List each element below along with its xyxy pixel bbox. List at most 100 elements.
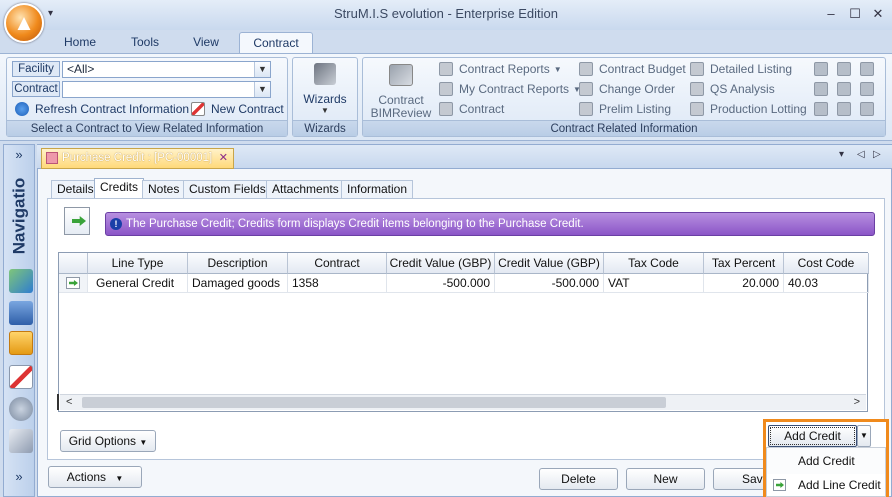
grid-icon[interactable]: [814, 62, 828, 76]
contract-button[interactable]: Contract: [439, 101, 504, 117]
info-icon: !: [110, 218, 122, 230]
column-header-line-type[interactable]: Line Type: [88, 253, 188, 274]
contract-bimreview-button[interactable]: Contract BIMReview: [363, 94, 439, 120]
new-button[interactable]: New: [626, 468, 705, 490]
info-message-bar: ! The Purchase Credit; Credits form disp…: [105, 212, 875, 236]
related-group-label: Contract Related Information: [363, 120, 885, 136]
app-logo-icon: ▲: [13, 10, 35, 35]
ribbon-tab-view[interactable]: View: [184, 32, 228, 54]
change-order-label: Change Order: [599, 82, 676, 96]
contract-combo[interactable]: ▼: [62, 81, 271, 98]
chevron-down-icon[interactable]: ▼: [293, 106, 357, 115]
cell-contract[interactable]: 1358: [288, 274, 387, 293]
menu-item-add-credit[interactable]: Add Credit: [767, 450, 885, 472]
app-menu-orb[interactable]: ▲: [4, 3, 44, 43]
cell-tax-code[interactable]: VAT: [604, 274, 704, 293]
lotting-icon: [690, 102, 704, 116]
column-resize-handle[interactable]: [57, 394, 59, 410]
nav-more-button[interactable]: »: [4, 469, 34, 484]
ribbon-tab-contract[interactable]: Contract: [239, 32, 313, 54]
column-header-description[interactable]: Description: [188, 253, 288, 274]
add-credit-button[interactable]: Add Credit: [768, 425, 857, 447]
production-lotting-button[interactable]: Production Lotting: [690, 101, 807, 117]
chevron-down-icon[interactable]: ▼: [254, 62, 270, 77]
column-header-cost-code[interactable]: Cost Code: [784, 253, 869, 274]
qs-analysis-button[interactable]: QS Analysis: [690, 81, 775, 97]
delete-button[interactable]: Delete: [539, 468, 618, 490]
actions-button[interactable]: Actions ▼: [48, 466, 142, 488]
horizontal-scrollbar[interactable]: < >: [60, 394, 866, 410]
add-line-credit-label: Add Line Credit: [798, 478, 881, 492]
tab-custom-fields[interactable]: Custom Fields: [183, 180, 272, 199]
tab-notes[interactable]: Notes: [142, 180, 186, 199]
nav-check-icon[interactable]: [9, 269, 33, 293]
scrollbar-thumb[interactable]: [82, 397, 666, 408]
refresh-icon: [15, 102, 29, 116]
nav-database-icon[interactable]: [9, 301, 33, 325]
change-order-button[interactable]: Change Order: [579, 81, 675, 97]
scroll-left-arrow-icon[interactable]: <: [66, 396, 72, 408]
export-icon[interactable]: [860, 102, 874, 116]
production-lotting-label: Production Lotting: [710, 102, 807, 116]
document-icon[interactable]: [837, 62, 851, 76]
expand-nav-button[interactable]: »: [4, 147, 34, 162]
chevron-down-icon: ▼: [115, 474, 124, 483]
prelim-listing-button[interactable]: Prelim Listing: [579, 101, 671, 117]
cell-credit-value-2[interactable]: -500.000: [495, 274, 604, 293]
refresh-contract-button[interactable]: Refresh Contract Information: [15, 101, 189, 117]
facility-combo[interactable]: <All> ▼: [62, 61, 271, 78]
cell-credit-value[interactable]: -500.000: [387, 274, 495, 293]
ribbon-tab-home[interactable]: Home: [56, 32, 104, 54]
contract-reports-button[interactable]: Contract Reports ▼: [439, 61, 562, 77]
contract-budget-label: Contract Budget: [599, 62, 686, 76]
add-credit-dropdown-button[interactable]: ▼: [857, 425, 871, 447]
row-selector[interactable]: [59, 274, 88, 293]
tab-details[interactable]: Details: [51, 180, 100, 199]
tab-list-dropdown[interactable]: ▾: [839, 149, 844, 160]
menu-item-add-line-credit[interactable]: Add Line Credit: [767, 474, 885, 496]
navigation-pane: » Navigatio »: [3, 144, 35, 497]
tab-attachments[interactable]: Attachments: [266, 180, 345, 199]
ribbon-tab-tools[interactable]: Tools: [122, 32, 168, 54]
cell-cost-code[interactable]: 40.03: [784, 274, 869, 293]
restore-button[interactable]: ☐: [846, 5, 864, 23]
scroll-right-arrow-icon[interactable]: >: [854, 396, 860, 408]
nav-edit-icon[interactable]: [9, 365, 33, 389]
nav-wrench-icon[interactable]: [9, 429, 33, 453]
column-header-tax-percent[interactable]: Tax Percent: [704, 253, 784, 274]
notes-icon[interactable]: [860, 62, 874, 76]
grid-options-button[interactable]: Grid Options ▼: [60, 430, 156, 452]
users-icon[interactable]: [837, 82, 851, 96]
tools-icon[interactable]: [837, 102, 851, 116]
column-header-tax-code[interactable]: Tax Code: [604, 253, 704, 274]
nav-contacts-icon[interactable]: [9, 331, 33, 355]
chevron-down-icon[interactable]: ▼: [254, 82, 270, 97]
cell-description[interactable]: Damaged goods: [188, 274, 288, 293]
tab-information[interactable]: Information: [341, 180, 414, 199]
contract-budget-button[interactable]: Contract Budget: [579, 61, 686, 77]
column-header-contract[interactable]: Contract: [288, 253, 387, 274]
detailed-listing-button[interactable]: Detailed Listing: [690, 61, 792, 77]
tab-credits[interactable]: Credits: [94, 178, 145, 199]
document-tab-purchase-credit[interactable]: Purchase Credit : [PC-00001] ✕: [41, 148, 234, 169]
minimize-button[interactable]: –: [822, 5, 840, 23]
scroll-tabs-left[interactable]: ◁: [857, 149, 865, 160]
row-indicator-icon: [66, 277, 80, 289]
new-contract-button[interactable]: New Contract: [191, 101, 284, 117]
new-contract-label: New Contract: [211, 102, 284, 116]
print-icon[interactable]: [860, 82, 874, 96]
scroll-tabs-right[interactable]: ▷: [873, 149, 881, 160]
close-window-button[interactable]: ✕: [869, 5, 887, 23]
my-contract-reports-button[interactable]: My Contract Reports ▼: [439, 81, 581, 97]
report-icon: [439, 62, 453, 76]
wizards-button[interactable]: Wizards: [293, 92, 357, 106]
close-tab-icon[interactable]: ✕: [219, 149, 228, 168]
grid-row-header: [59, 253, 88, 274]
settings-icon[interactable]: [814, 102, 828, 116]
column-header-credit-value[interactable]: Credit Value (GBP): [387, 253, 495, 274]
column-header-credit-value-2[interactable]: Credit Value (GBP): [495, 253, 604, 274]
nav-gear-icon[interactable]: [9, 397, 33, 421]
copy-icon[interactable]: [814, 82, 828, 96]
cell-tax-percent[interactable]: 20.000: [704, 274, 784, 293]
cell-line-type[interactable]: General Credit: [88, 274, 188, 293]
